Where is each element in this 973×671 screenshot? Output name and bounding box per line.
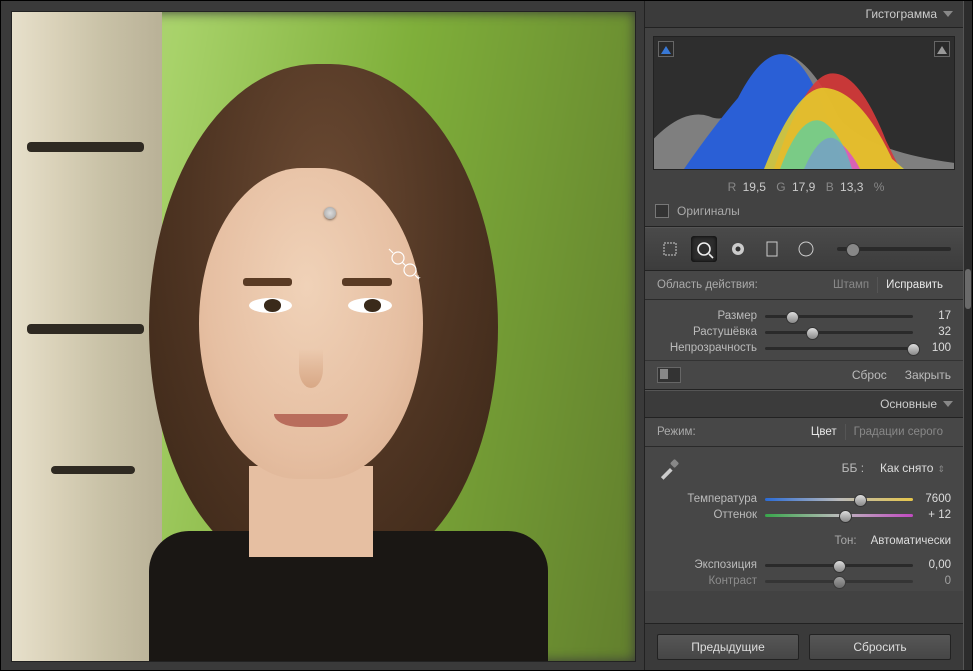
right-panel: Гистограмма R 19,5 G 17,9 B 13,3 % xyxy=(644,1,963,670)
spot-actions: Сброс Закрыть xyxy=(645,360,963,390)
treatment-segmented: Цвет Градации серого xyxy=(803,424,951,440)
readout-r: 19,5 xyxy=(743,180,766,194)
wb-label: ББ : xyxy=(693,461,864,475)
originals-label: Оригиналы xyxy=(677,204,740,218)
feather-value[interactable]: 32 xyxy=(921,326,951,338)
treatment-bw[interactable]: Градации серого xyxy=(846,424,951,440)
panel-scrollbar[interactable] xyxy=(963,1,972,670)
readout-g: 17,9 xyxy=(792,180,815,194)
treatment-label: Режим: xyxy=(657,426,696,438)
treatment-color[interactable]: Цвет xyxy=(803,424,846,440)
temperature-value[interactable]: 7600 xyxy=(921,493,951,505)
opacity-value[interactable]: 100 xyxy=(921,342,951,354)
scrollbar-thumb[interactable] xyxy=(965,269,971,309)
birch-tree xyxy=(12,12,162,661)
size-slider[interactable] xyxy=(765,315,913,318)
previous-button[interactable]: Предыдущие xyxy=(657,634,799,660)
opacity-slider[interactable] xyxy=(765,347,913,350)
brow-right xyxy=(342,278,392,286)
spot-close-link[interactable]: Закрыть xyxy=(905,368,951,382)
lightroom-develop-window: + Гистограмма R 19,5 G 17,9 xyxy=(0,0,973,671)
opacity-slider-row: Непрозрачность 100 xyxy=(657,342,951,354)
panel-switch-icon[interactable] xyxy=(657,367,681,383)
footer-buttons: Предыдущие Сбросить xyxy=(645,623,963,670)
spot-sliders: Размер 17 Растушёвка 32 Непрозрачность 1… xyxy=(645,300,963,360)
feather-slider-row: Растушёвка 32 xyxy=(657,326,951,338)
graduated-filter-tool-icon[interactable] xyxy=(759,236,785,262)
brush-size-slider[interactable] xyxy=(837,247,951,251)
exposure-slider-row: Экспозиция 0,00 xyxy=(657,559,951,571)
basic-header[interactable]: Основные xyxy=(645,390,963,418)
basic-title: Основные xyxy=(880,397,937,411)
contrast-value[interactable]: 0 xyxy=(921,575,951,587)
chevron-down-icon[interactable] xyxy=(943,11,953,17)
wb-dropdown[interactable]: Как снято⇕ xyxy=(874,459,951,477)
subject-face xyxy=(199,168,423,480)
highlight-clipping-indicator[interactable] xyxy=(934,41,950,57)
radial-filter-tool-icon[interactable] xyxy=(793,236,819,262)
tone-label: Тон: xyxy=(835,535,857,547)
spot-removal-tool-icon[interactable] xyxy=(691,236,717,262)
contrast-slider[interactable] xyxy=(765,580,913,583)
eyedropper-icon[interactable] xyxy=(657,455,683,481)
crop-tool-icon[interactable] xyxy=(657,236,683,262)
feather-slider[interactable] xyxy=(765,331,913,334)
histogram-title: Гистограмма xyxy=(866,7,937,21)
chevron-down-icon[interactable] xyxy=(943,401,953,407)
size-slider-row: Размер 17 xyxy=(657,310,951,322)
originals-checkbox[interactable] xyxy=(655,204,669,218)
photo-viewport[interactable]: + xyxy=(11,11,636,662)
spot-mode-segmented: Штамп Исправить xyxy=(825,277,951,293)
brow-left xyxy=(243,278,293,286)
tint-value[interactable]: + 12 xyxy=(921,509,951,521)
eye-left xyxy=(249,298,293,314)
rgb-readout: R 19,5 G 17,9 B 13,3 % xyxy=(645,178,963,200)
tone-header: Тон: Автоматически xyxy=(645,527,963,549)
reset-button[interactable]: Сбросить xyxy=(809,634,951,660)
auto-tone-link[interactable]: Автоматически xyxy=(871,535,951,547)
originals-row: Оригиналы xyxy=(645,200,963,227)
spot-mode-row: Область действия: Штамп Исправить xyxy=(645,271,963,300)
chevron-updown-icon: ⇕ xyxy=(937,464,945,475)
temperature-slider[interactable] xyxy=(765,498,913,501)
spot-mode-clone[interactable]: Штамп xyxy=(825,277,878,293)
wb-row: ББ : Как снято⇕ xyxy=(645,447,963,483)
subject-neck xyxy=(249,466,374,557)
photo-canvas[interactable]: + xyxy=(1,1,644,670)
spot-mode-heal[interactable]: Исправить xyxy=(878,277,951,293)
spot-area-label: Область действия: xyxy=(657,279,758,291)
wb-sliders: Температура 7600 Оттенок + 12 xyxy=(645,483,963,527)
tone-sliders: Экспозиция 0,00 Контраст 0 xyxy=(645,549,963,591)
spot-reset-link[interactable]: Сброс xyxy=(852,368,887,382)
spot-source-pin[interactable] xyxy=(324,207,336,219)
tint-slider-row: Оттенок + 12 xyxy=(657,509,951,521)
exposure-value[interactable]: 0,00 xyxy=(921,559,951,571)
histogram-svg xyxy=(654,37,954,169)
slider-knob[interactable] xyxy=(846,243,860,257)
eye-right xyxy=(348,298,392,314)
tool-strip xyxy=(645,227,963,271)
tint-slider[interactable] xyxy=(765,514,913,517)
treatment-row: Режим: Цвет Градации серого xyxy=(645,418,963,447)
redeye-tool-icon[interactable] xyxy=(725,236,751,262)
contrast-slider-row: Контраст 0 xyxy=(657,575,951,587)
exposure-slider[interactable] xyxy=(765,564,913,567)
histogram-header[interactable]: Гистограмма xyxy=(645,1,963,28)
size-value[interactable]: 17 xyxy=(921,310,951,322)
temp-slider-row: Температура 7600 xyxy=(657,493,951,505)
readout-b: 13,3 xyxy=(840,180,863,194)
histogram-graph[interactable] xyxy=(653,36,955,170)
shadow-clipping-indicator[interactable] xyxy=(658,41,674,57)
